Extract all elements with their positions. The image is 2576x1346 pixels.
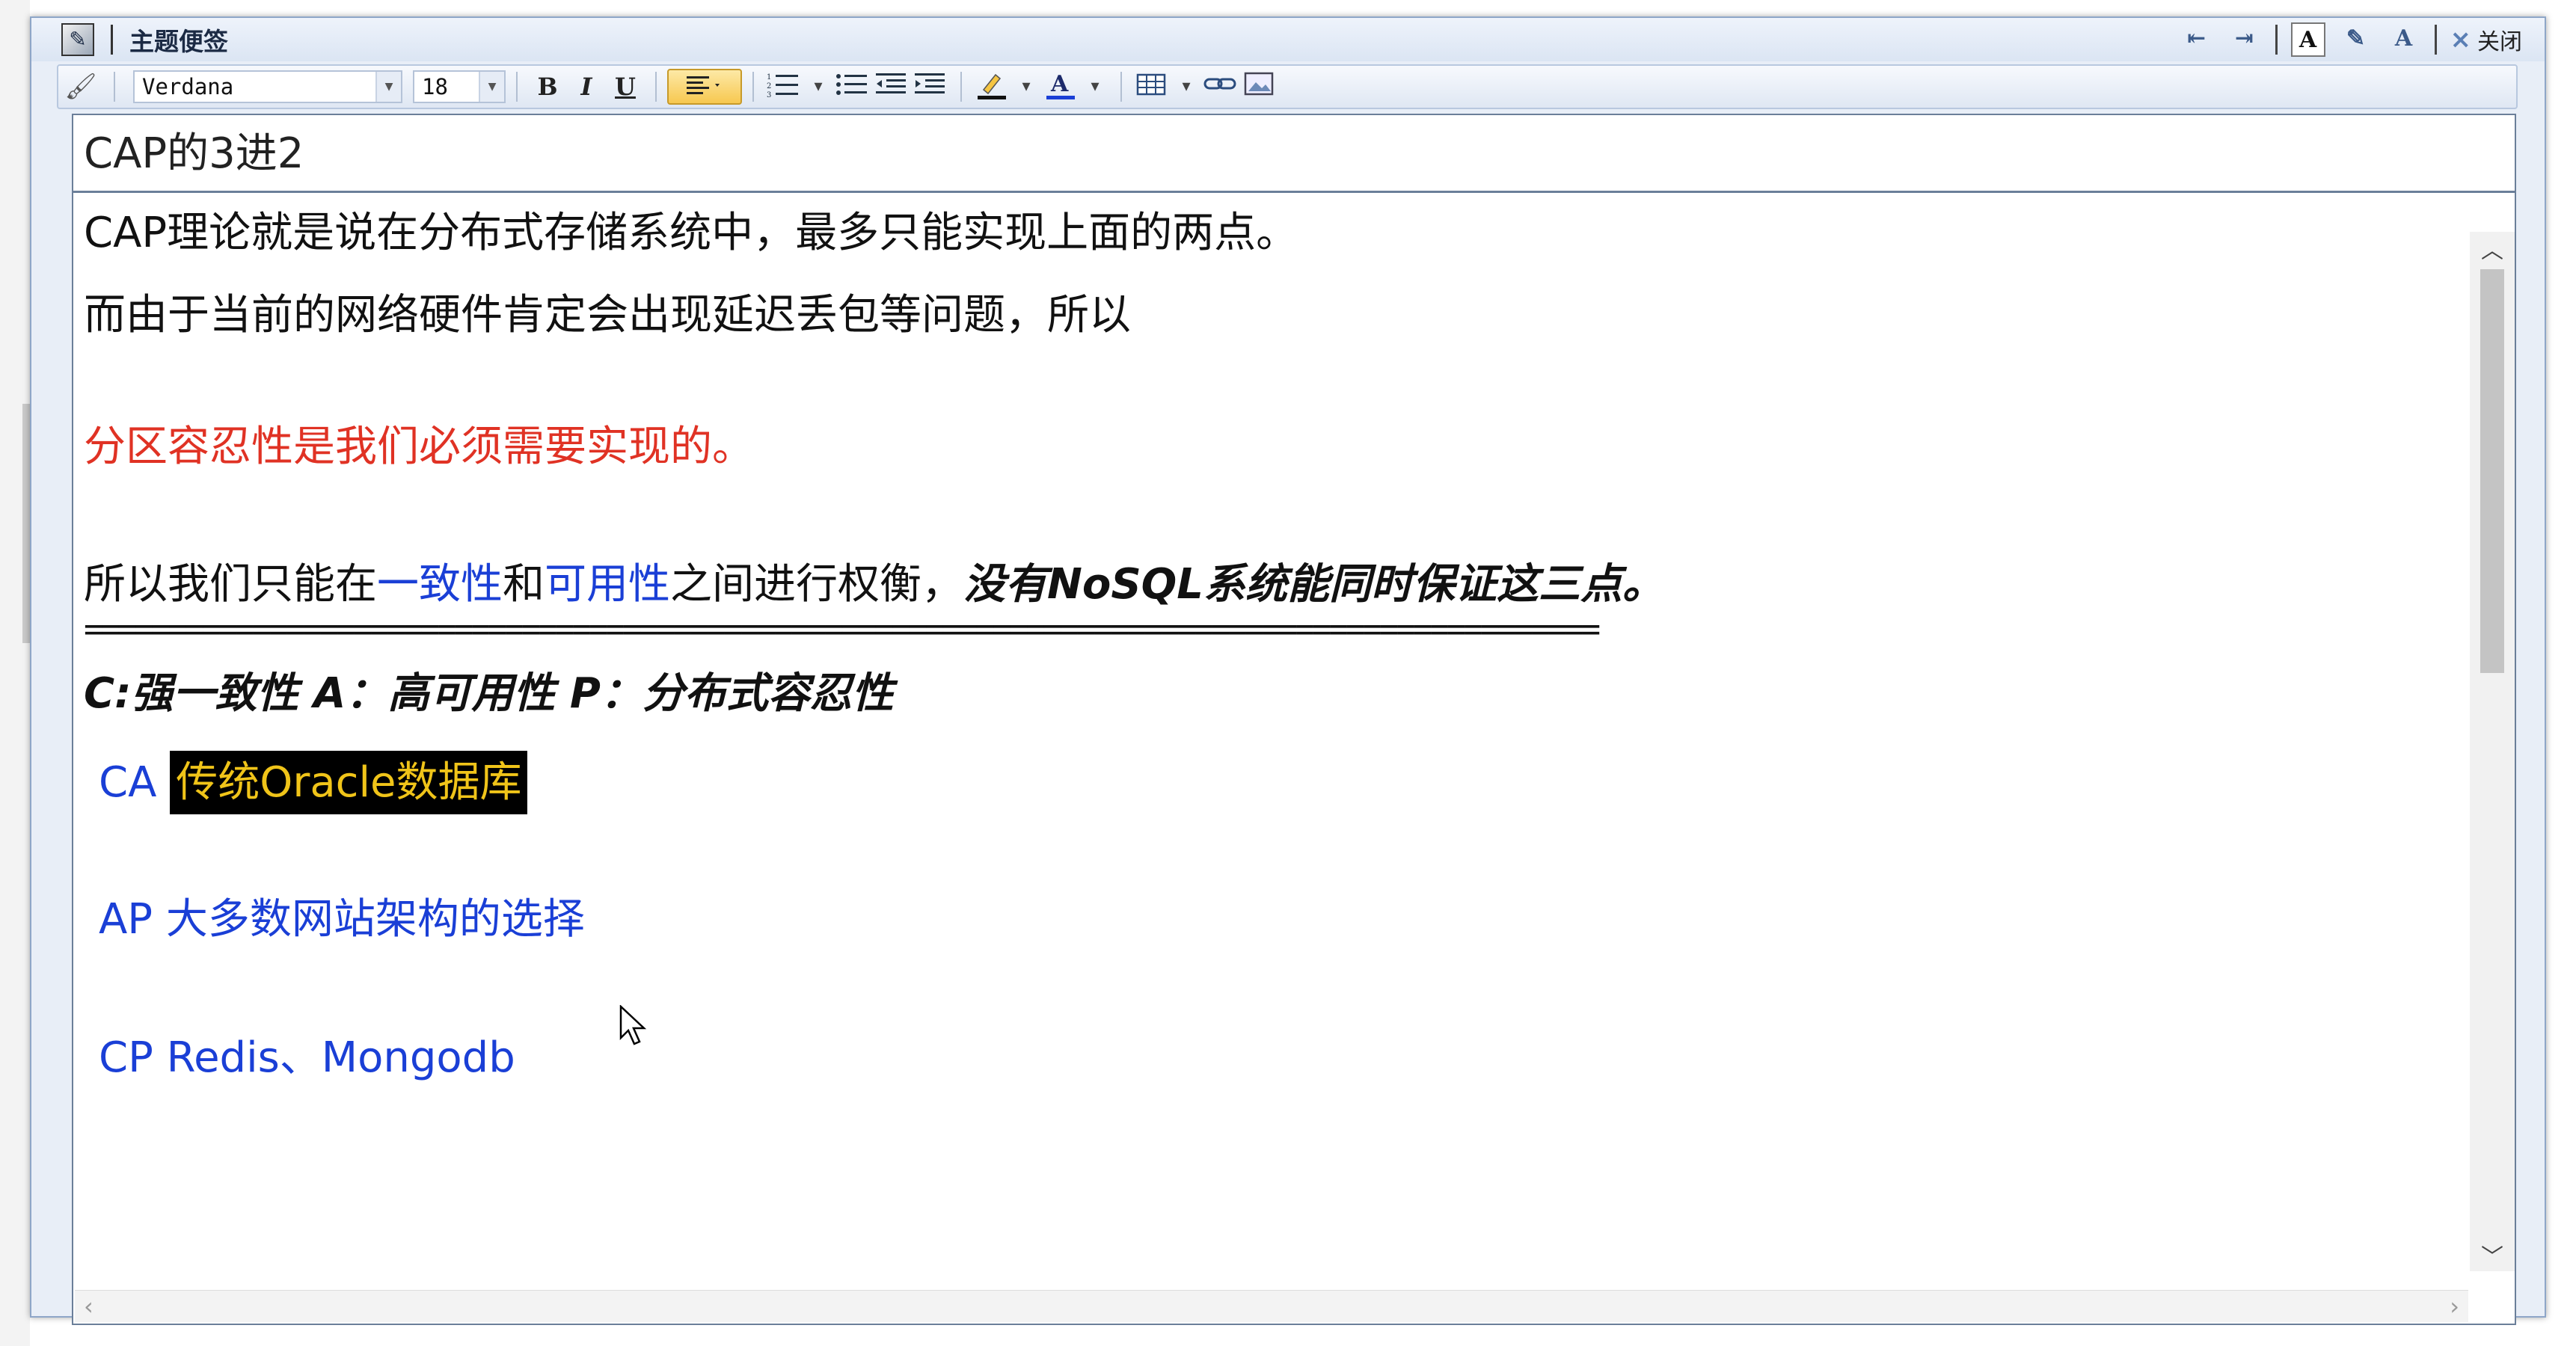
body-line-1: CAP理论就是说在分布式存储系统中，最多只能实现上面的两点。 [84, 209, 1298, 257]
window-title: 主题便签 [129, 27, 228, 56]
highlight-color-button[interactable] [972, 69, 1011, 105]
subject-field[interactable]: CAP的3进2 [73, 115, 2515, 193]
svg-text:3: 3 [767, 91, 771, 99]
bold-button[interactable]: B [528, 69, 567, 105]
outdent-icon [876, 73, 906, 93]
numbered-list-icon: 123 [767, 73, 798, 99]
note-editor[interactable]: CAP的3进2 CAP理论就是说在分布式存储系统中，最多只能实现上面的两点。 而… [72, 114, 2516, 1325]
separator-line: ========================================… [84, 610, 1601, 648]
toolbar-separator [1120, 72, 1122, 102]
cp-line: CP Redis、Mongodb [99, 1033, 515, 1082]
font-size-select[interactable]: 18 ▼ [413, 70, 506, 103]
tools-separator [2275, 25, 2278, 55]
close-label: 关闭 [2477, 29, 2522, 55]
italic-button[interactable]: I [567, 69, 606, 105]
insert-image-button[interactable] [1240, 69, 1279, 105]
svg-text:1: 1 [767, 73, 771, 82]
bullet-list-button[interactable] [833, 69, 872, 105]
format-toolbar: 🖌 Verdana ▼ 18 ▼ B I U 123 ▾ ▾ A ▾ ▾ [57, 64, 2518, 109]
clear-format-icon[interactable]: 🖌 [58, 72, 103, 102]
chevron-down-icon[interactable]: ▾ [803, 69, 833, 105]
scroll-down-icon[interactable]: ﹀ [2470, 1238, 2515, 1271]
underline-button[interactable]: U [606, 69, 645, 105]
font-size-value: 18 [422, 74, 448, 99]
toolbar-separator [114, 72, 115, 102]
note-edit-icon[interactable]: ✎ [61, 23, 94, 56]
chevron-down-icon[interactable]: ▼ [375, 72, 401, 102]
chevron-down-icon[interactable]: ▼ [479, 72, 504, 102]
scroll-right-icon[interactable]: › [2450, 1291, 2459, 1322]
link-icon [1203, 78, 1236, 90]
title-tools: ⇤ ⇥ A ✎ A × 关闭 [2180, 22, 2523, 57]
toolbar-separator [655, 72, 657, 102]
toolbar-separator [960, 72, 962, 102]
horizontal-scrollbar[interactable]: ‹ › [75, 1290, 2468, 1322]
close-button[interactable]: × 关闭 [2450, 23, 2523, 56]
chevron-down-icon[interactable]: ▾ [1011, 69, 1041, 105]
svg-text:2: 2 [767, 82, 771, 90]
ca-label: CA [99, 758, 157, 807]
import-icon[interactable]: ⇥ [2227, 22, 2262, 57]
sticky-note-window: ✎ 主题便签 ⇤ ⇥ A ✎ A × 关闭 🖌 Verdana ▼ 18 ▼ B… [30, 16, 2546, 1325]
chevron-down-icon[interactable]: ▾ [1080, 69, 1110, 105]
image-icon [1244, 72, 1274, 96]
title-bar: ✎ 主题便签 ⇤ ⇥ A ✎ A × 关闭 [31, 18, 2545, 61]
toolbar-separator [752, 72, 754, 102]
close-icon: × [2450, 25, 2472, 55]
table-icon [1136, 73, 1166, 96]
align-left-button[interactable] [667, 69, 742, 105]
body-line-partition: 分区容忍性是我们必须需要实现的。 [84, 422, 754, 471]
font-color-icon: A [1046, 71, 1075, 99]
indent-icon [915, 73, 945, 93]
body-line-2: 而由于当前的网络硬件肯定会出现延迟丢包等问题，所以 [84, 291, 1131, 339]
ap-line: AP 大多数网站架构的选择 [99, 895, 585, 944]
ca-highlighted-text: 传统Oracle数据库 [170, 751, 528, 814]
font-color-button[interactable]: A [1041, 69, 1080, 105]
highlighter-icon [978, 73, 1006, 99]
tools-separator-2 [2434, 25, 2437, 55]
outdent-button[interactable] [872, 69, 911, 105]
svg-text:A: A [1050, 71, 1069, 97]
numbered-list-button[interactable]: 123 [764, 69, 803, 105]
vertical-scrollbar[interactable]: ︿ ﹀ [2470, 232, 2515, 1271]
insert-table-button[interactable] [1132, 69, 1171, 105]
font-style-icon[interactable]: A [2387, 22, 2421, 57]
chevron-down-icon[interactable]: ▾ [1171, 69, 1201, 105]
ca-line: CA 传统Oracle数据库 [99, 751, 528, 814]
pen-edit-icon[interactable]: ✎ [2339, 22, 2373, 57]
font-family-value: Verdana [142, 74, 234, 99]
insert-link-button[interactable] [1201, 69, 1240, 105]
scrollbar-thumb[interactable] [2480, 269, 2504, 673]
scroll-left-icon[interactable]: ‹ [84, 1291, 93, 1322]
export-icon[interactable]: ⇤ [2180, 22, 2214, 57]
mouse-cursor-icon [619, 1005, 647, 1045]
cap-legend: C:强一致性 A：高可用性 P：分布式容忍性 [84, 669, 894, 718]
font-a-icon[interactable]: A [2290, 22, 2325, 57]
indent-button[interactable] [911, 69, 950, 105]
align-left-icon [687, 76, 720, 94]
toolbar-separator [516, 72, 518, 102]
desktop-left-edge [0, 0, 33, 1346]
scroll-up-icon[interactable]: ︿ [2470, 232, 2515, 265]
bullet-list-icon [836, 74, 867, 95]
title-separator [111, 25, 113, 55]
font-family-select[interactable]: Verdana ▼ [133, 70, 402, 103]
